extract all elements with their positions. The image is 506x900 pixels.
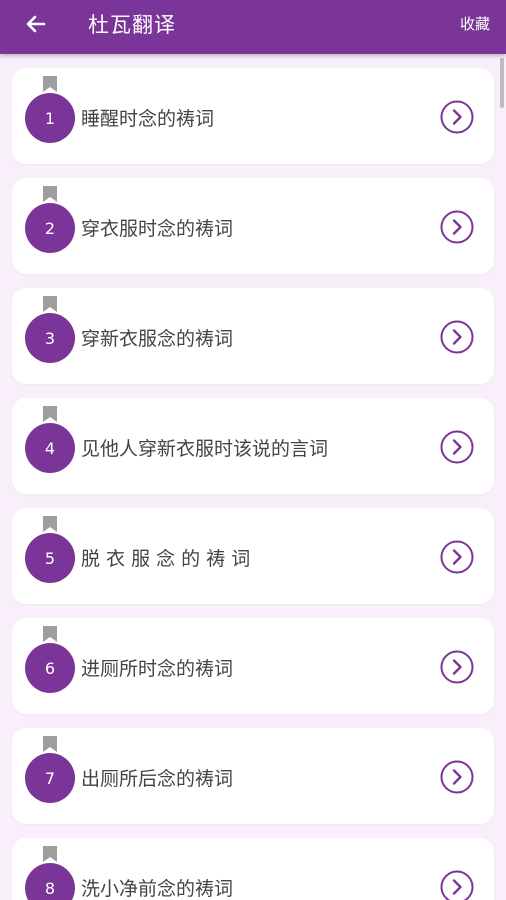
chevron-right-circle-icon (440, 650, 474, 684)
scrollbar[interactable] (500, 58, 504, 108)
list-item[interactable]: 8 洗小净前念的祷词 (12, 838, 494, 900)
back-button[interactable] (18, 6, 54, 42)
prayer-list: 1 睡醒时念的祷词 2 穿衣服时念的祷词 3 穿新衣服念的祷词 4 见他人穿新衣… (0, 54, 506, 900)
bookmark-icon[interactable] (43, 76, 57, 92)
item-label: 穿新衣服念的祷词 (81, 328, 234, 350)
chevron-right-circle-icon (440, 320, 474, 354)
item-number: 3 (25, 313, 75, 363)
bookmark-icon[interactable] (43, 406, 57, 422)
chevron-right-circle-icon (440, 210, 474, 244)
list-item[interactable]: 1 睡醒时念的祷词 (12, 68, 494, 164)
item-number: 8 (25, 863, 75, 900)
bookmark-icon[interactable] (43, 626, 57, 642)
item-label: 脱 衣 服 念 的 祷 词 (81, 548, 251, 570)
app-bar: 杜瓦翻译 收藏 (0, 0, 506, 54)
open-button[interactable] (440, 320, 474, 354)
open-button[interactable] (440, 540, 474, 574)
item-number: 1 (25, 93, 75, 143)
item-number: 6 (25, 643, 75, 693)
bookmark-icon[interactable] (43, 296, 57, 312)
bookmark-icon[interactable] (43, 516, 57, 532)
item-label: 出厕所后念的祷词 (81, 768, 234, 790)
chevron-right-circle-icon (440, 760, 474, 794)
chevron-right-circle-icon (440, 870, 474, 900)
list-item[interactable]: 2 穿衣服时念的祷词 (12, 178, 494, 274)
open-button[interactable] (440, 210, 474, 244)
chevron-right-circle-icon (440, 430, 474, 464)
open-button[interactable] (440, 100, 474, 134)
item-number: 7 (25, 753, 75, 803)
open-button[interactable] (440, 870, 474, 900)
favorites-button[interactable]: 收藏 (460, 13, 490, 34)
list-item[interactable]: 3 穿新衣服念的祷词 (12, 288, 494, 384)
page-title: 杜瓦翻译 (88, 13, 176, 37)
item-label: 穿衣服时念的祷词 (81, 218, 234, 240)
item-number: 5 (25, 533, 75, 583)
list-item[interactable]: 7 出厕所后念的祷词 (12, 728, 494, 824)
open-button[interactable] (440, 430, 474, 464)
open-button[interactable] (440, 760, 474, 794)
bookmark-icon[interactable] (43, 736, 57, 752)
chevron-right-circle-icon (440, 100, 474, 134)
item-label: 见他人穿新衣服时该说的言词 (81, 438, 329, 460)
item-number: 4 (25, 423, 75, 473)
list-item[interactable]: 5 脱 衣 服 念 的 祷 词 (12, 508, 494, 604)
bookmark-icon[interactable] (43, 186, 57, 202)
item-label: 睡醒时念的祷词 (81, 108, 215, 130)
open-button[interactable] (440, 650, 474, 684)
bookmark-icon[interactable] (43, 846, 57, 862)
list-item[interactable]: 6 进厕所时念的祷词 (12, 618, 494, 714)
item-number: 2 (25, 203, 75, 253)
item-label: 进厕所时念的祷词 (81, 658, 234, 680)
arrow-left-icon (26, 15, 46, 33)
chevron-right-circle-icon (440, 540, 474, 574)
item-label: 洗小净前念的祷词 (81, 878, 234, 900)
list-item[interactable]: 4 见他人穿新衣服时该说的言词 (12, 398, 494, 494)
